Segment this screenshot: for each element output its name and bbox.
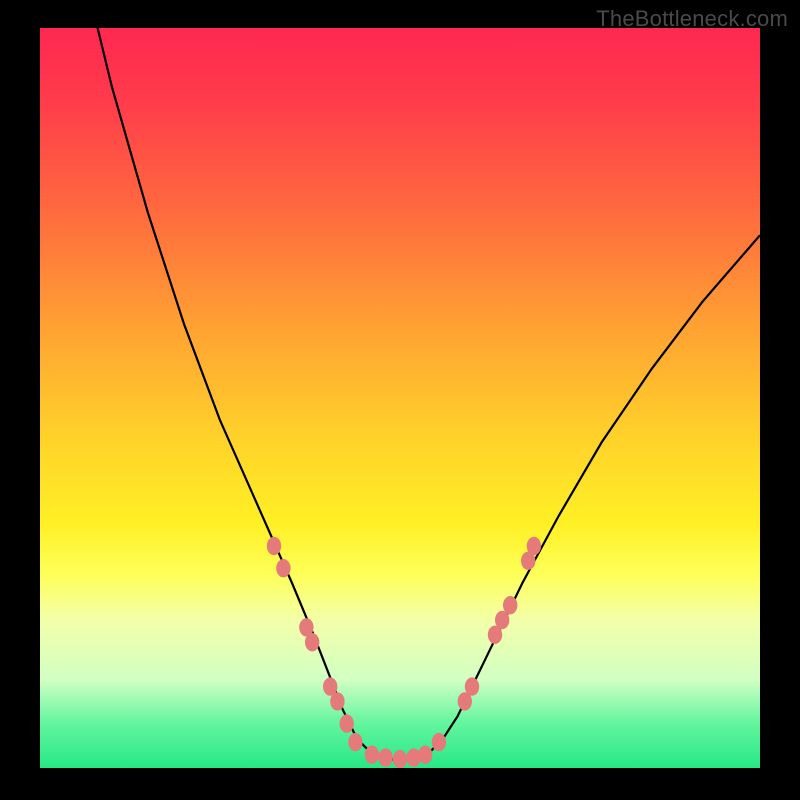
marker-dot: [432, 733, 446, 751]
marker-dot: [330, 692, 344, 710]
marker-dot: [348, 733, 362, 751]
plot-area: [40, 28, 760, 768]
marker-dot: [340, 714, 354, 732]
watermark-text: TheBottleneck.com: [596, 6, 788, 32]
marker-dot: [465, 677, 479, 695]
chart-frame: TheBottleneck.com: [0, 0, 800, 800]
marker-dot: [305, 633, 319, 651]
bottleneck-curve: [40, 28, 760, 760]
marker-dot: [503, 596, 517, 614]
marker-dot: [267, 537, 281, 555]
marker-dots: [267, 537, 541, 768]
marker-dot: [276, 559, 290, 577]
marker-dot: [378, 748, 392, 766]
marker-dot: [527, 537, 541, 555]
marker-dot: [418, 746, 432, 764]
marker-dot: [365, 746, 379, 764]
marker-dot: [393, 750, 407, 768]
curve-svg: [40, 28, 760, 768]
